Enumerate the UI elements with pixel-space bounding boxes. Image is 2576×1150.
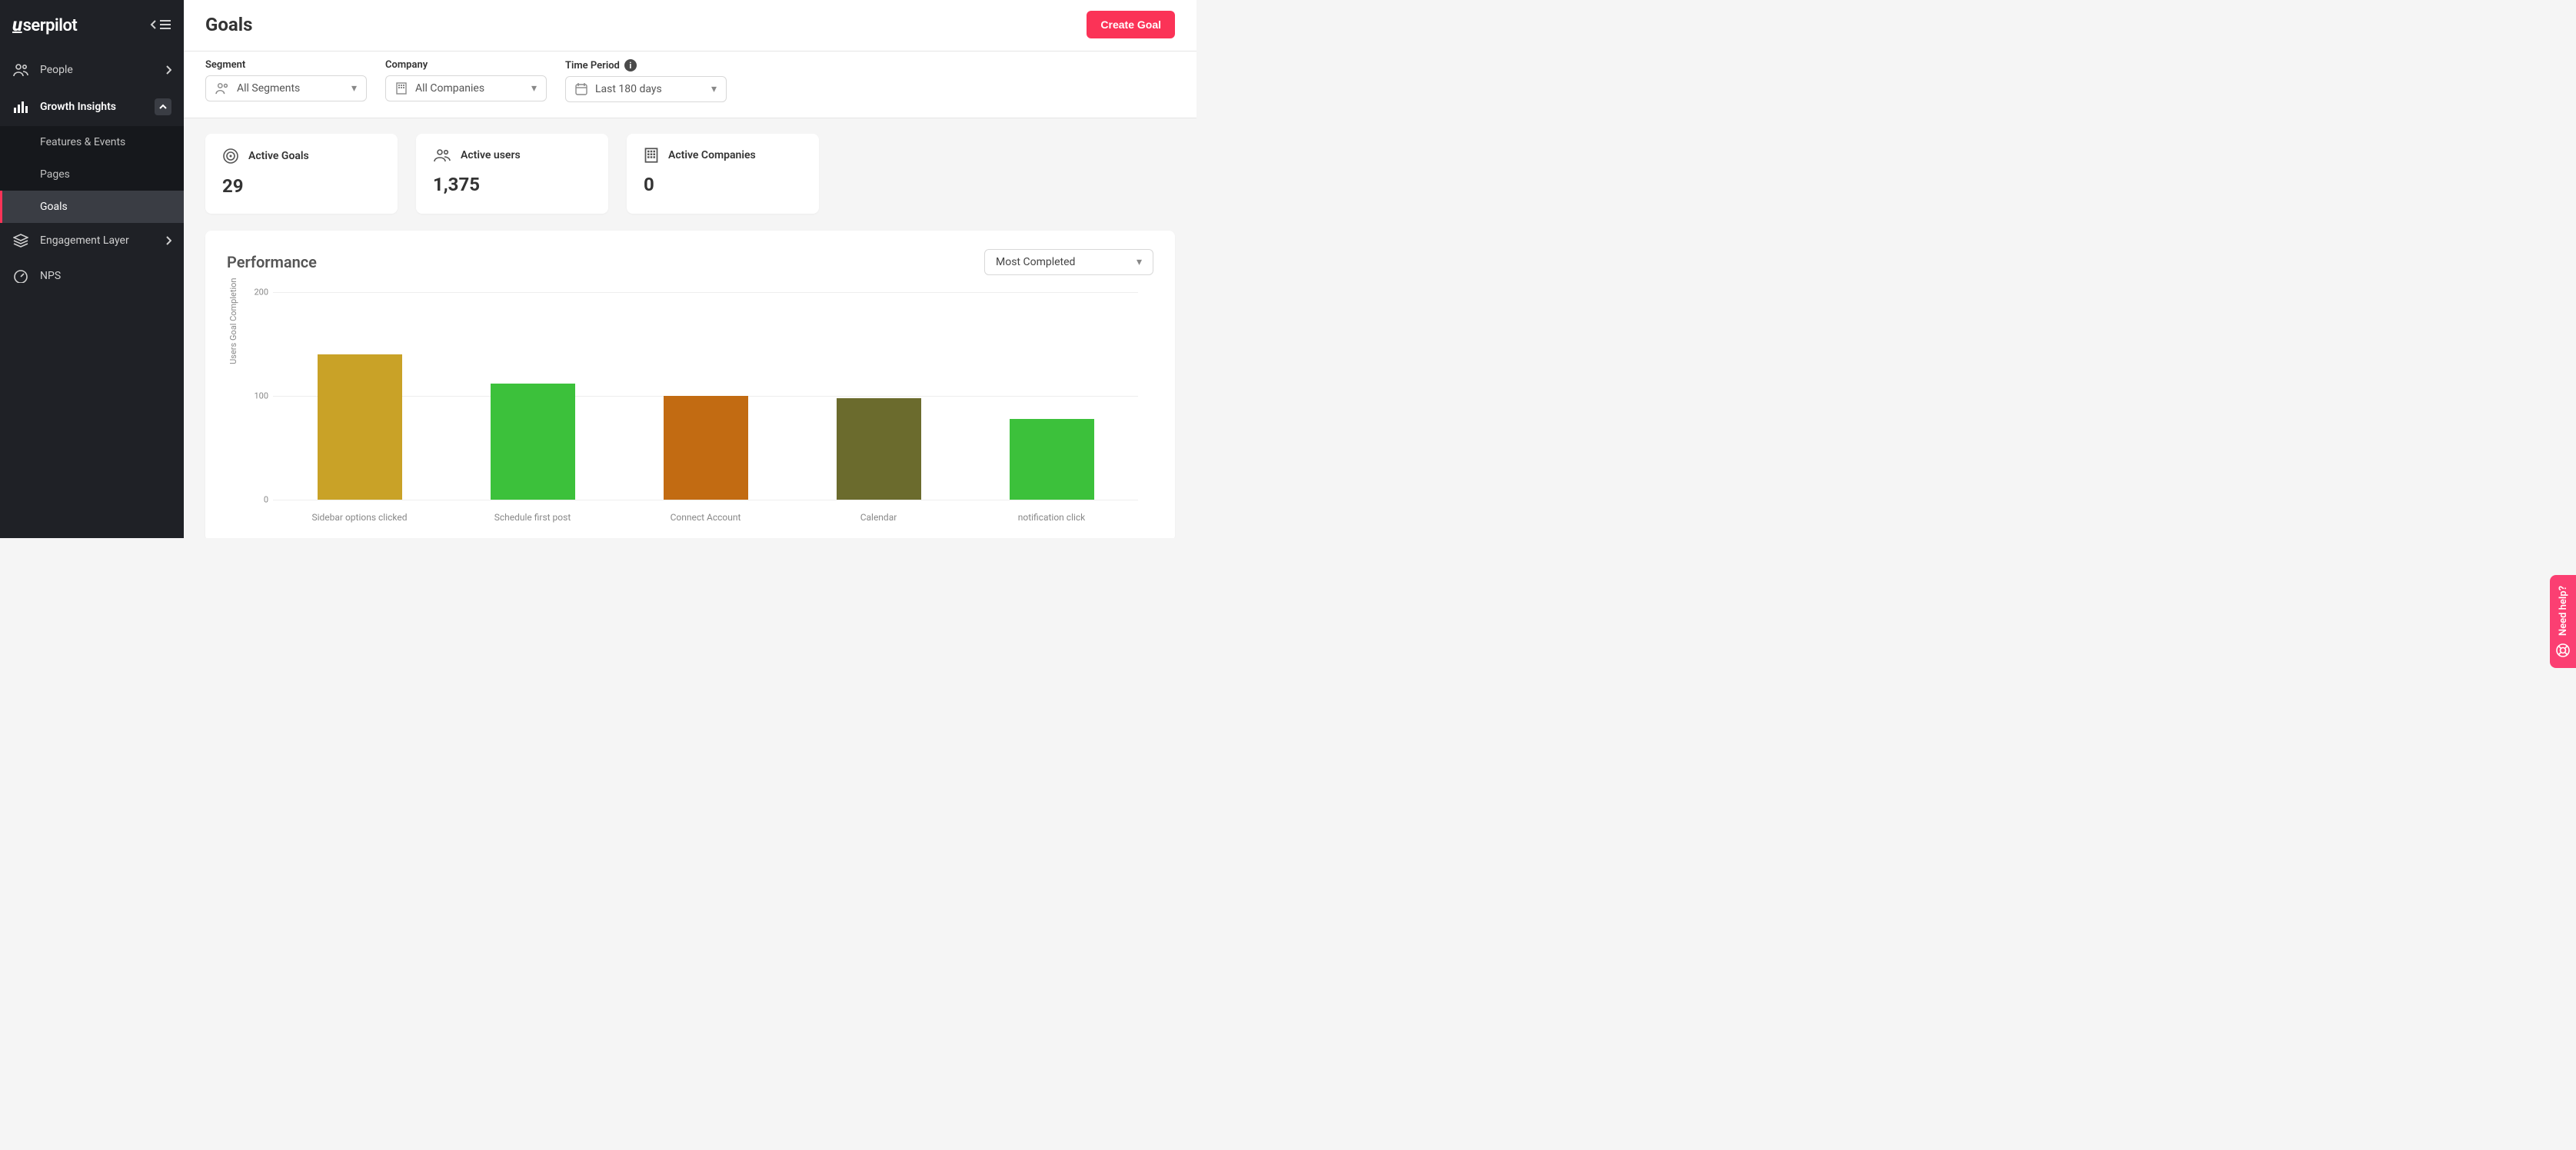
people-icon <box>215 82 229 95</box>
chart-x-label: Calendar <box>792 506 965 523</box>
sidebar-collapse-button[interactable] <box>150 19 171 30</box>
stat-value: 0 <box>644 174 802 195</box>
filter-time-select[interactable]: Last 180 days ▾ <box>565 76 727 102</box>
chevron-right-icon <box>165 65 171 75</box>
sidebar-subitem-goals[interactable]: Goals <box>0 191 184 223</box>
chart-y-tick: 200 <box>254 288 268 297</box>
stat-card-active-goals: Active Goals 29 <box>205 134 398 214</box>
chart-bar[interactable] <box>664 396 748 500</box>
sidebar-item-label: NPS <box>40 270 61 282</box>
chart-bar[interactable] <box>1010 419 1094 500</box>
bar-chart-icon <box>12 100 29 114</box>
sidebar-item-label: People <box>40 64 73 76</box>
layers-icon <box>12 234 29 248</box>
gauge-icon <box>12 269 29 283</box>
chart-x-label: Sidebar options clicked <box>273 506 446 523</box>
building-icon <box>395 82 408 95</box>
sidebar-item-growth-insights[interactable]: Growth Insights <box>0 88 184 126</box>
caret-down-icon: ▾ <box>711 83 717 95</box>
create-goal-button[interactable]: Create Goal <box>1087 11 1175 38</box>
performance-chart: Users Goal Completion 0100200 Sidebar op… <box>227 292 1153 523</box>
sidebar-item-engagement-layer[interactable]: Engagement Layer <box>0 223 184 258</box>
stat-value: 29 <box>222 175 381 197</box>
chart-bar[interactable] <box>318 354 402 500</box>
filter-time-label: Time Period i <box>565 59 727 71</box>
performance-panel: Performance Most Completed ▾ Users Goal … <box>205 231 1175 538</box>
filter-segment-label: Segment <box>205 59 367 71</box>
sidebar-subitem-features-events[interactable]: Features & Events <box>0 126 184 158</box>
sidebar-item-label: Engagement Layer <box>40 234 129 247</box>
calendar-icon <box>575 83 587 95</box>
help-tab[interactable]: Need help? <box>2550 575 2576 668</box>
performance-sort-select[interactable]: Most Completed ▾ <box>984 249 1153 275</box>
chart-x-label: notification click <box>965 506 1138 523</box>
chevron-left-icon <box>150 19 158 30</box>
filter-company-select[interactable]: All Companies ▾ <box>385 75 547 101</box>
stat-card-active-users: Active users 1,375 <box>416 134 608 214</box>
people-icon <box>12 63 29 77</box>
chart-bar[interactable] <box>491 384 575 500</box>
chart-y-tick: 100 <box>254 391 268 401</box>
caret-down-icon: ▾ <box>351 82 357 95</box>
target-icon <box>222 148 239 165</box>
info-icon[interactable]: i <box>624 59 637 71</box>
filter-company-label: Company <box>385 59 547 71</box>
chart-x-label: Connect Account <box>619 506 792 523</box>
chart-y-tick: 0 <box>264 495 268 505</box>
chevron-right-icon <box>165 236 171 245</box>
sidebar-item-nps[interactable]: NPS <box>0 258 184 294</box>
filter-segment-select[interactable]: All Segments ▾ <box>205 75 367 101</box>
users-icon <box>433 148 451 163</box>
page-title: Goals <box>205 14 252 35</box>
chart-x-label: Schedule first post <box>446 506 619 523</box>
topbar: Goals Create Goal <box>184 0 1196 52</box>
life-ring-icon <box>2556 643 2570 657</box>
sidebar-item-label: Growth Insights <box>40 101 116 113</box>
chart-bar[interactable] <box>837 398 921 500</box>
menu-icon <box>159 19 171 30</box>
caret-down-icon: ▾ <box>531 82 537 95</box>
caret-down-icon: ▾ <box>1137 256 1142 268</box>
building-icon <box>644 148 659 163</box>
sidebar: userpilot People Growth In <box>0 0 184 538</box>
stat-card-active-companies: Active Companies 0 <box>627 134 819 214</box>
sidebar-item-people[interactable]: People <box>0 52 184 88</box>
main-content: Goals Create Goal Segment All Segments ▾… <box>184 0 1196 538</box>
logo: userpilot <box>12 14 77 35</box>
chevron-up-icon <box>155 98 171 115</box>
stat-value: 1,375 <box>433 174 591 195</box>
filter-bar: Segment All Segments ▾ Company All Compa… <box>184 52 1196 118</box>
sidebar-subitem-pages[interactable]: Pages <box>0 158 184 191</box>
performance-title: Performance <box>227 253 317 271</box>
